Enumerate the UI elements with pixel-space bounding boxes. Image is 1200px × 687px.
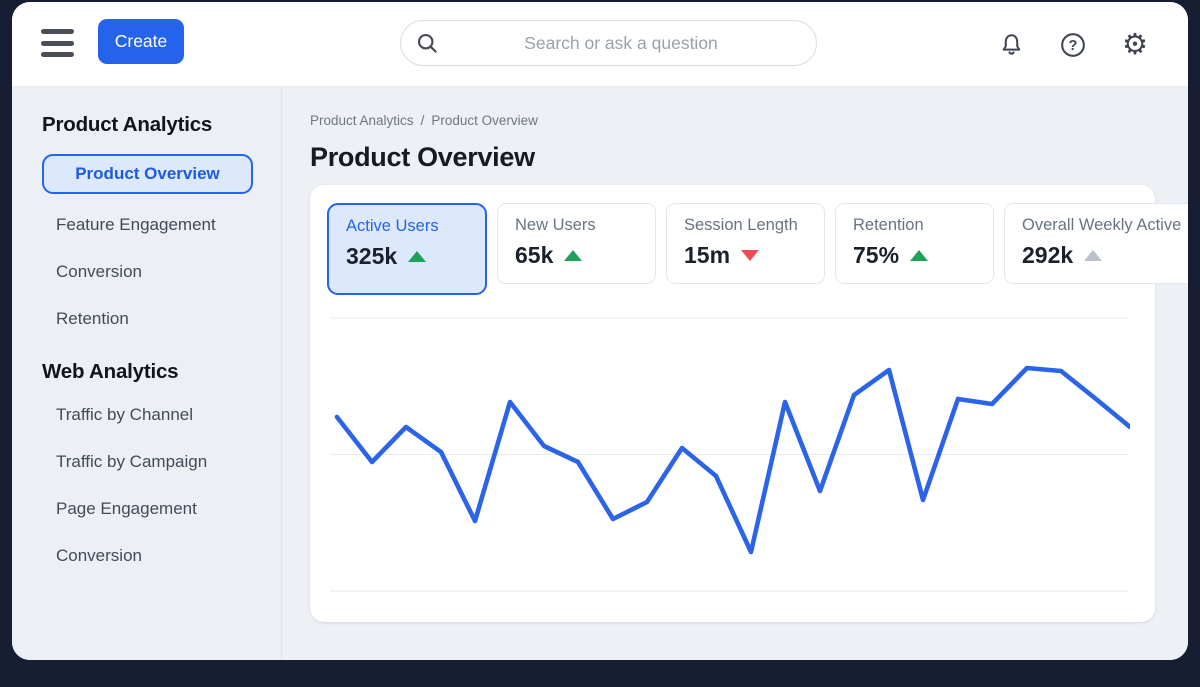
breadcrumb: Product Analytics / Product Overview <box>282 87 1188 128</box>
metric-label: Session Length <box>684 216 824 235</box>
top-bar: Create <box>12 2 1188 87</box>
settings-gear-icon[interactable]: ⚙ <box>1120 30 1150 60</box>
sidebar-item-retention[interactable]: Retention <box>12 295 281 342</box>
hamburger-menu-icon[interactable] <box>41 29 74 57</box>
notifications-bell-icon[interactable] <box>996 30 1026 60</box>
create-button[interactable]: Create <box>98 19 184 64</box>
app-window: Create <box>12 2 1188 660</box>
metric-label: Active Users <box>346 217 485 236</box>
svg-text:?: ? <box>1069 38 1078 54</box>
sidebar-item-product-overview[interactable]: Product Overview <box>42 154 253 194</box>
metric-label: Retention <box>853 216 993 235</box>
sidebar-item-conversion[interactable]: Conversion <box>12 248 281 295</box>
search-input[interactable] <box>440 32 802 55</box>
metric-card-overall-weekly-active[interactable]: Overall Weekly Active 292k <box>1004 203 1188 284</box>
metric-card-retention[interactable]: Retention 75% <box>835 203 994 284</box>
active-users-line-chart <box>330 298 1130 608</box>
sidebar-item-feature-engagement[interactable]: Feature Engagement <box>12 201 281 248</box>
trend-up-icon <box>564 250 582 261</box>
search-icon <box>415 31 440 56</box>
breadcrumb-product-overview[interactable]: Product Overview <box>431 113 538 128</box>
metric-value: 75% <box>853 242 899 269</box>
metric-cards-row: Active Users 325k New Users 65k <box>327 203 1188 295</box>
sidebar-section-web-analytics: Web Analytics <box>42 360 281 384</box>
sidebar-item-traffic-by-campaign[interactable]: Traffic by Campaign <box>12 438 281 485</box>
trend-up-icon <box>1084 250 1102 261</box>
metric-card-active-users[interactable]: Active Users 325k <box>327 203 487 295</box>
help-icon[interactable]: ? <box>1058 30 1088 60</box>
sidebar-item-page-engagement[interactable]: Page Engagement <box>12 485 281 532</box>
trend-up-icon <box>910 250 928 261</box>
page-title: Product Overview <box>310 142 1188 173</box>
sidebar-section-product-analytics: Product Analytics <box>42 113 281 137</box>
screen-background: Create <box>0 0 1200 687</box>
metric-value: 15m <box>684 242 730 269</box>
line-chart-svg <box>330 298 1130 608</box>
metric-value: 292k <box>1022 242 1073 269</box>
trend-down-icon <box>741 250 759 261</box>
breadcrumb-product-analytics[interactable]: Product Analytics <box>310 113 414 128</box>
breadcrumb-separator: / <box>421 113 425 128</box>
main-content: Product Analytics / Product Overview Pro… <box>282 87 1188 660</box>
metric-label: New Users <box>515 216 655 235</box>
metric-label: Overall Weekly Active <box>1022 216 1188 235</box>
metric-value: 325k <box>346 243 397 270</box>
overview-panel: Active Users 325k New Users 65k <box>310 185 1155 622</box>
sidebar-item-web-conversion[interactable]: Conversion <box>12 532 281 579</box>
metric-value: 65k <box>515 242 553 269</box>
search-bar[interactable] <box>400 20 817 66</box>
topbar-icon-group: ? ⚙ <box>996 30 1150 60</box>
metric-card-session-length[interactable]: Session Length 15m <box>666 203 825 284</box>
trend-up-icon <box>408 251 426 262</box>
sidebar: Product Analytics Product Overview Featu… <box>12 87 282 660</box>
metric-card-new-users[interactable]: New Users 65k <box>497 203 656 284</box>
sidebar-item-traffic-by-channel[interactable]: Traffic by Channel <box>12 391 281 438</box>
